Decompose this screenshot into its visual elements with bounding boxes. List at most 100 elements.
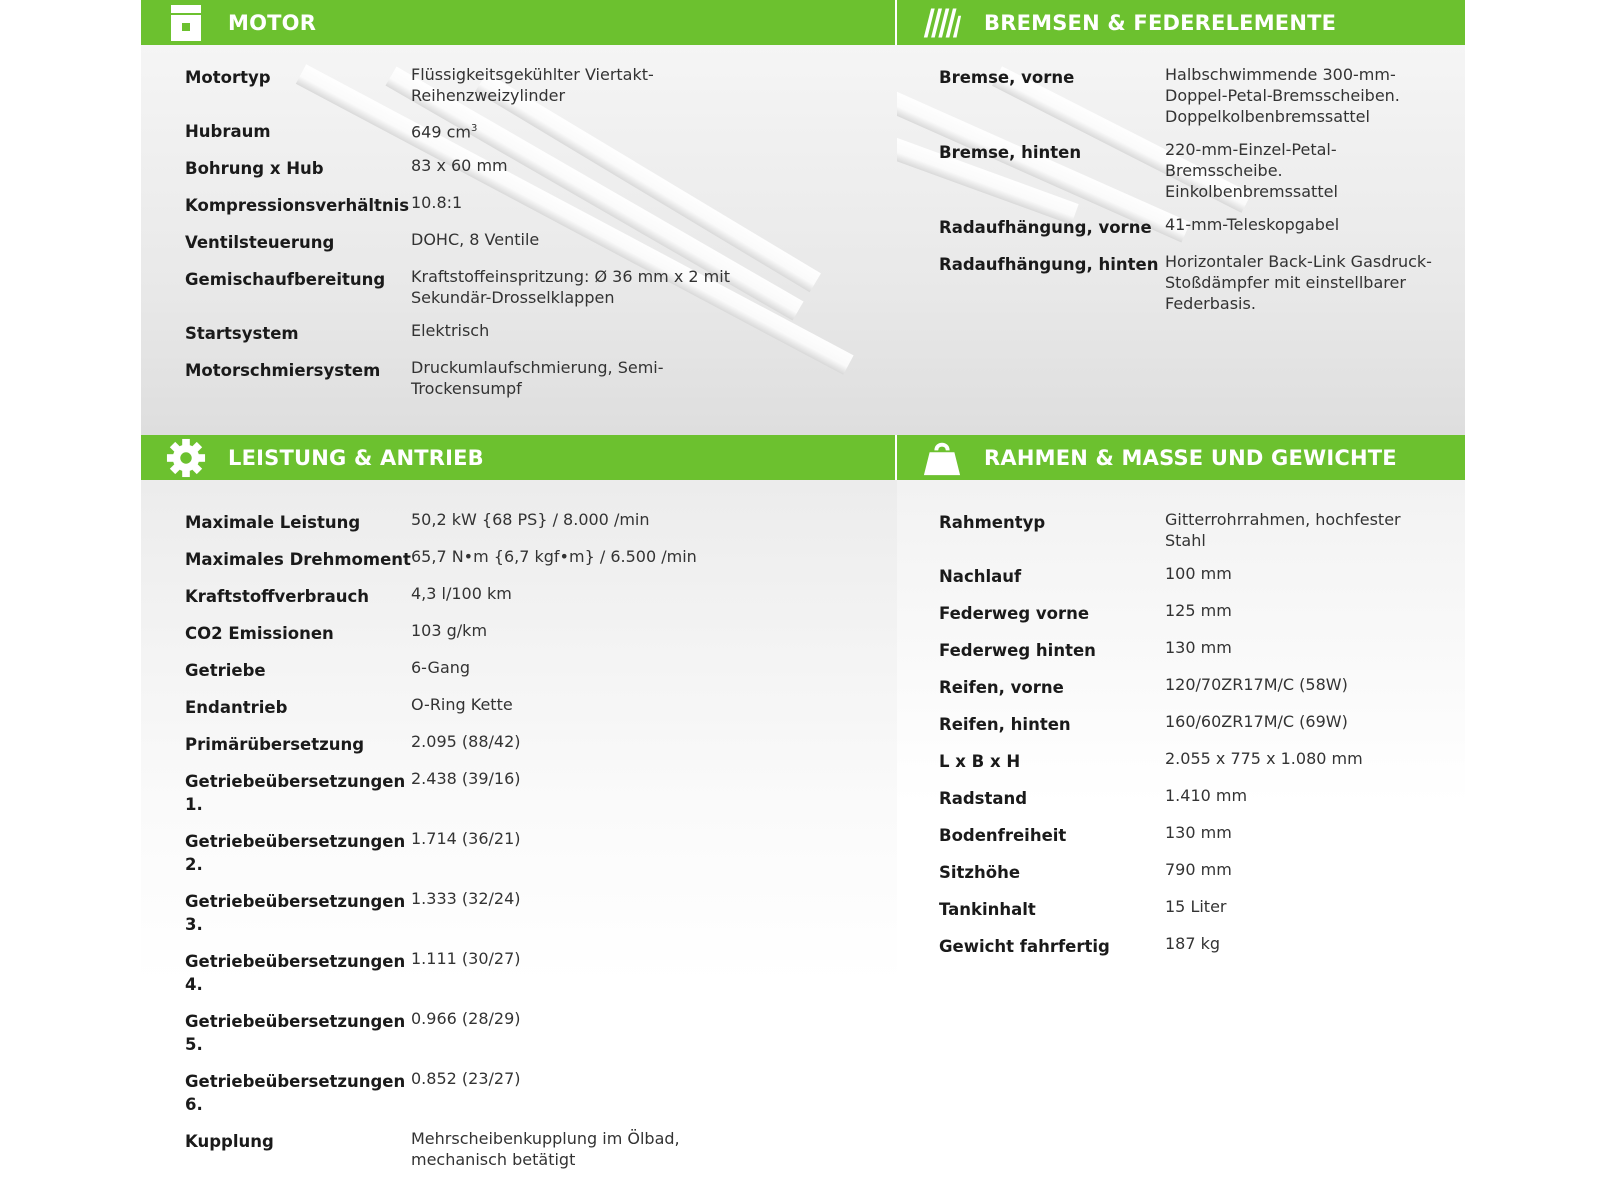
spec-value: 103 g/km: [411, 621, 488, 640]
spec-value: 2.055 x 775 x 1.080 mm: [1165, 749, 1363, 768]
spec-value: Horizontaler Back-Link Gasdruck-Stoßdämp…: [1165, 252, 1432, 313]
spec-label: Startsystem: [185, 324, 299, 343]
spec-value: Elektrisch: [411, 321, 490, 340]
spec-label: Getriebeübersetzungen 6.: [185, 1072, 406, 1114]
spec-label: Bodenfreiheit: [939, 826, 1067, 845]
gear-icon: [166, 438, 206, 478]
spec-label: Bremse, hinten: [939, 143, 1082, 162]
spec-label: Endantrieb: [185, 698, 288, 717]
spec-label: Kraftstoffverbrauch: [185, 587, 369, 606]
spec-list: Motortyp Flüssigkeitsgekühlter Viertakt-…: [185, 64, 887, 411]
spec-value-superscript: 3: [471, 123, 478, 134]
spec-label: Getriebeübersetzungen 5.: [185, 1012, 406, 1054]
spec-sheet: MOTOR Motortyp Flüssigkeitsgekühlter Vie…: [141, 0, 1465, 1200]
spec-row: Kompressionsverhältnis 10.8:1: [185, 192, 887, 217]
spec-row: Getriebeübersetzungen 4. 1.111 (30/27): [185, 948, 887, 996]
section-frame: RAHMEN & MASSE UND GEWICHTE Rahmentyp Gi…: [897, 435, 1465, 1200]
spec-row: Getriebeübersetzungen 5. 0.966 (28/29): [185, 1008, 887, 1056]
spec-value-text: 649 cm: [411, 122, 472, 142]
spec-value: 187 kg: [1165, 934, 1221, 953]
spec-value: 1.333 (32/24): [411, 889, 521, 908]
spec-row: Gewicht fahrfertig 187 kg: [939, 933, 1455, 958]
spec-label: L x B x H: [939, 752, 1021, 771]
spec-row: Primärübersetzung 2.095 (88/42): [185, 731, 887, 756]
spec-value: 2.438 (39/16): [411, 769, 521, 788]
spec-row: Kraftstoffverbrauch 4,3 l/100 km: [185, 583, 887, 608]
spec-value: DOHC, 8 Ventile: [411, 230, 540, 249]
spec-value: 130 mm: [1165, 823, 1232, 842]
spec-label: Bremse, vorne: [939, 68, 1075, 87]
spec-row: Tankinhalt 15 Liter: [939, 896, 1455, 921]
spec-row: L x B x H 2.055 x 775 x 1.080 mm: [939, 748, 1455, 773]
spec-label: Reifen, vorne: [939, 678, 1064, 697]
spec-row: Startsystem Elektrisch: [185, 320, 887, 345]
spec-value: 1.714 (36/21): [411, 829, 521, 848]
spec-label: Maximales Drehmoment: [185, 550, 411, 569]
suspension-icon: [922, 3, 962, 43]
spec-value: 50,2 kW {68 PS} / 8.000 /min: [411, 510, 650, 529]
spec-row: Bodenfreiheit 130 mm: [939, 822, 1455, 847]
spec-label: Radaufhängung, hinten: [939, 255, 1159, 274]
spec-row: Hubraum 649 cm3: [185, 118, 887, 143]
section-header: RAHMEN & MASSE UND GEWICHTE: [897, 435, 1465, 480]
spec-label: Kompressionsverhältnis: [185, 196, 410, 215]
spec-value: 125 mm: [1165, 601, 1232, 620]
spec-row: Getriebe 6-Gang: [185, 657, 887, 682]
spec-value: 220-mm-Einzel-Petal-Bremsscheibe. Einkol…: [1165, 140, 1338, 201]
spec-label: Kupplung: [185, 1132, 274, 1151]
spec-row: Bremse, hinten 220-mm-Einzel-Petal-Brems…: [939, 139, 1455, 202]
spec-label: Primärübersetzung: [185, 735, 365, 754]
spec-value: 649 cm3: [411, 118, 731, 143]
spec-value: 160/60ZR17M/C (69W): [1165, 712, 1348, 731]
spec-label: Motortyp: [185, 68, 271, 87]
spec-row: Motorschmiersystem Druckumlaufschmierung…: [185, 357, 887, 399]
spec-value: 41-mm-Teleskopgabel: [1165, 215, 1340, 234]
spec-row: Maximales Drehmoment 65,7 N•m {6,7 kgf•m…: [185, 546, 887, 571]
spec-value: Druckumlaufschmierung, Semi-Trockensumpf: [411, 358, 664, 398]
spec-label: Radaufhängung, vorne: [939, 218, 1152, 237]
section-title: BREMSEN & FEDERELEMENTE: [984, 10, 1337, 35]
section-header: MOTOR: [141, 0, 897, 45]
spec-value: 0.966 (28/29): [411, 1009, 521, 1028]
spec-row: Federweg vorne 125 mm: [939, 600, 1455, 625]
spec-label: Motorschmiersystem: [185, 361, 381, 380]
spec-label: Federweg hinten: [939, 641, 1096, 660]
spec-value: 790 mm: [1165, 860, 1232, 879]
spec-row: Maximale Leistung 50,2 kW {68 PS} / 8.00…: [185, 509, 887, 534]
spec-row: Motortyp Flüssigkeitsgekühlter Viertakt-…: [185, 64, 887, 106]
spec-row: Sitzhöhe 790 mm: [939, 859, 1455, 884]
spec-list: Rahmentyp Gitterrohrrahmen, hochfester S…: [939, 509, 1455, 970]
spec-list: Bremse, vorne Halbschwimmende 300-mm-Dop…: [939, 64, 1455, 326]
spec-label: Ventilsteuerung: [185, 233, 335, 252]
piston-icon: [166, 3, 206, 43]
spec-value: 0.852 (23/27): [411, 1069, 521, 1088]
spec-row: Radaufhängung, hinten Horizontaler Back-…: [939, 251, 1455, 314]
spec-label: Gewicht fahrfertig: [939, 937, 1110, 956]
section-motor: MOTOR Motortyp Flüssigkeitsgekühlter Vie…: [141, 0, 897, 435]
spec-list: Maximale Leistung 50,2 kW {68 PS} / 8.00…: [185, 509, 887, 1182]
spec-row: Getriebeübersetzungen 1. 2.438 (39/16): [185, 768, 887, 816]
spec-row: Ventilsteuerung DOHC, 8 Ventile: [185, 229, 887, 254]
spec-row: Radaufhängung, vorne 41-mm-Teleskopgabel: [939, 214, 1455, 239]
spec-value: 10.8:1: [411, 193, 463, 212]
spec-value: 83 x 60 mm: [411, 156, 508, 175]
spec-value: Halbschwimmende 300-mm-Doppel-Petal-Brem…: [1165, 65, 1400, 126]
spec-label: Maximale Leistung: [185, 513, 361, 532]
weight-icon: [922, 438, 962, 478]
spec-value: Flüssigkeitsgekühlter Viertakt-Reihenzwe…: [411, 65, 654, 105]
spec-row: CO2 Emissionen 103 g/km: [185, 620, 887, 645]
spec-value: 100 mm: [1165, 564, 1232, 583]
spec-label: Getriebeübersetzungen 4.: [185, 952, 406, 994]
section-header: LEISTUNG & ANTRIEB: [141, 435, 897, 480]
spec-row: Reifen, hinten 160/60ZR17M/C (69W): [939, 711, 1455, 736]
spec-row: Reifen, vorne 120/70ZR17M/C (58W): [939, 674, 1455, 699]
spec-row: Rahmentyp Gitterrohrrahmen, hochfester S…: [939, 509, 1455, 551]
spec-value: Kraftstoffeinspritzung: Ø 36 mm x 2 mit …: [411, 267, 730, 307]
spec-row: Federweg hinten 130 mm: [939, 637, 1455, 662]
spec-label: Hubraum: [185, 122, 271, 141]
section-brakes: BREMSEN & FEDERELEMENTE Bremse, vorne Ha…: [897, 0, 1465, 435]
spec-label: Getriebeübersetzungen 2.: [185, 832, 406, 874]
spec-label: Getriebeübersetzungen 3.: [185, 892, 406, 934]
spec-row: Getriebeübersetzungen 6. 0.852 (23/27): [185, 1068, 887, 1116]
spec-label: Getriebeübersetzungen 1.: [185, 772, 406, 814]
